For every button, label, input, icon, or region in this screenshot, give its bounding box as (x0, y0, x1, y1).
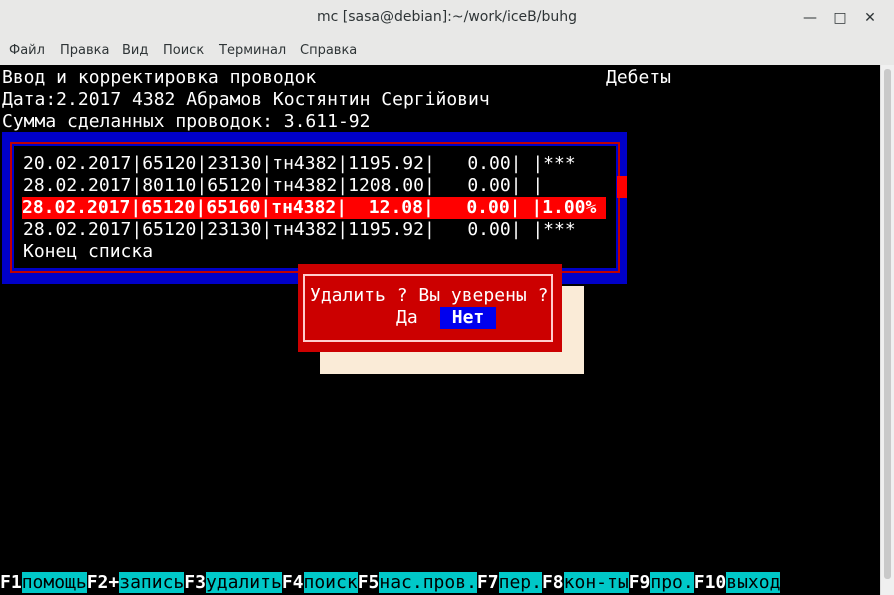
f8-label[interactable]: кон-ты (563, 572, 629, 593)
menu-terminal[interactable]: Терминал (219, 43, 286, 58)
f3-key[interactable]: F3 (184, 572, 206, 593)
f1-key[interactable]: F1 (0, 572, 22, 593)
yes-button[interactable]: Да (396, 307, 418, 328)
list-scroll-marker[interactable] (617, 176, 627, 198)
f2-label[interactable]: запись (119, 572, 185, 593)
table-row[interactable]: 28.02.2017|65120|23130|тн4382|1195.92| 0… (23, 219, 576, 241)
table-row[interactable]: 20.02.2017|65120|23130|тн4382|1195.92| 0… (23, 153, 576, 175)
menu-search[interactable]: Поиск (163, 43, 204, 58)
f10-key[interactable]: F10 (694, 572, 727, 593)
scrollbar-thumb[interactable] (884, 69, 891, 579)
table-row-selected[interactable]: 28.02.2017|65120|65160|тн4382| 12.08| 0.… (22, 197, 606, 219)
table-row[interactable]: 28.02.2017|80110|65120|тн4382|1208.00| 0… (23, 175, 543, 197)
dialog-question: Удалить ? Вы уверены ? (310, 285, 549, 306)
window-titlebar: mc [sasa@debian]:~/work/iceB/buhg — □ ✕ (0, 0, 894, 38)
f2-key[interactable]: F2+ (87, 572, 120, 593)
list-end-label: Конец списка (23, 241, 154, 262)
window-title: mc [sasa@debian]:~/work/iceB/buhg (317, 9, 577, 25)
f5-key[interactable]: F5 (358, 572, 380, 593)
terminal[interactable]: Ввод и корректировка проводок Дебеты Дат… (0, 65, 880, 595)
terminal-scrollbar[interactable] (880, 65, 894, 595)
f9-label[interactable]: про. (650, 572, 694, 593)
f4-label[interactable]: поиск (303, 572, 358, 593)
menu-file[interactable]: Файл (9, 43, 45, 58)
no-button[interactable]: Нет (440, 307, 496, 329)
screen-title: Ввод и корректировка проводок (2, 67, 317, 88)
confirm-delete-dialog: Удалить ? Вы уверены ? Да Нет (298, 264, 562, 352)
document-info: Дата:2.2017 4382 Абрамов Костянтин Сергі… (2, 89, 490, 110)
maximize-icon[interactable]: □ (830, 8, 850, 28)
function-key-bar: F1помощьF2+записьF3удалитьF4поискF5нас.п… (0, 572, 781, 594)
menu-view[interactable]: Вид (122, 43, 148, 58)
f7-label[interactable]: пер. (498, 572, 542, 593)
menu-edit[interactable]: Правка (60, 43, 109, 58)
menubar: Файл Правка Вид Поиск Терминал Справка (0, 37, 894, 66)
f10-label[interactable]: выход (726, 572, 781, 593)
close-icon[interactable]: ✕ (860, 8, 880, 28)
screen-mode: Дебеты (606, 67, 672, 88)
f7-key[interactable]: F7 (477, 572, 499, 593)
f1-label[interactable]: помощь (21, 572, 87, 593)
f5-label[interactable]: нас.пров. (379, 572, 477, 593)
f3-label[interactable]: удалить (205, 572, 282, 593)
minimize-icon[interactable]: — (800, 8, 820, 28)
entries-sum: Сумма сделанных проводок: 3.611-92 (2, 111, 371, 132)
f8-key[interactable]: F8 (542, 572, 564, 593)
f9-key[interactable]: F9 (629, 572, 651, 593)
menu-help[interactable]: Справка (300, 43, 357, 58)
f4-key[interactable]: F4 (282, 572, 304, 593)
